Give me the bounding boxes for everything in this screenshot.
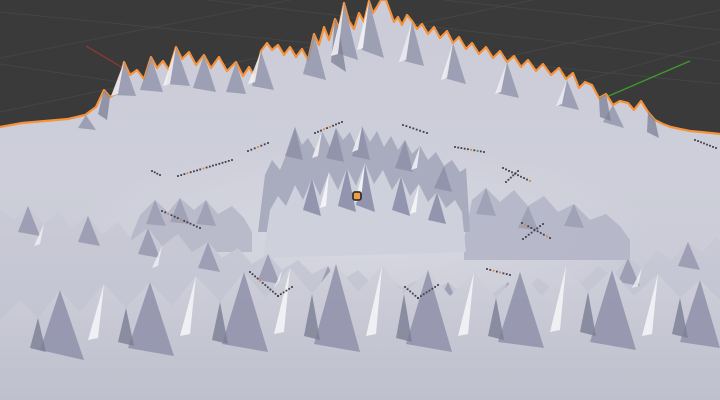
viewport-3d[interactable] xyxy=(0,0,720,400)
viewport-canvas[interactable] xyxy=(0,0,720,400)
origin-dot[interactable] xyxy=(353,192,361,200)
object-origin-marker[interactable] xyxy=(353,192,361,200)
